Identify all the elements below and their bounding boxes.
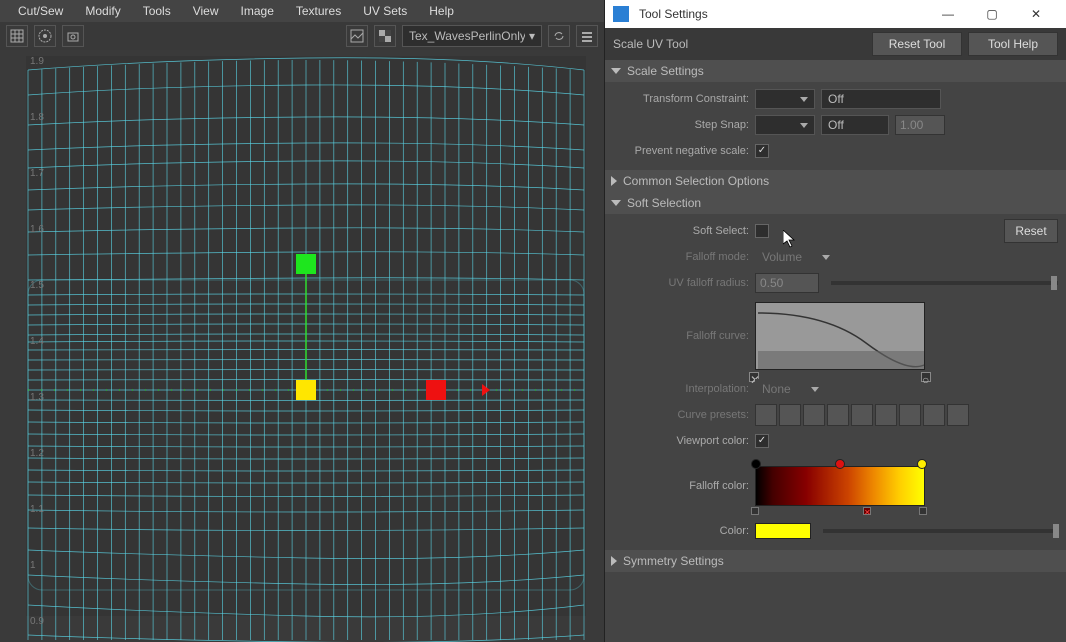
section-title: Soft Selection xyxy=(627,196,701,210)
axis-tick: 1.7 xyxy=(30,168,44,179)
axis-tick: 0.9 xyxy=(30,616,44,627)
gradient-stop-red[interactable] xyxy=(835,459,845,469)
falloff-curve-editor[interactable] xyxy=(755,302,925,370)
tool-settings-window: Tool Settings — ▢ ✕ Scale UV Tool Reset … xyxy=(604,0,1066,642)
uv-falloff-slider[interactable] xyxy=(831,281,1058,285)
grid-toggle-icon[interactable] xyxy=(6,25,28,47)
preset-3[interactable] xyxy=(803,404,825,426)
step-snap-value[interactable]: 1.00 xyxy=(895,115,945,135)
menu-modify[interactable]: Modify xyxy=(75,1,130,21)
axis-tick: 1.4 xyxy=(30,336,44,347)
color-slider[interactable] xyxy=(823,529,1058,533)
uv-viewport[interactable]: 1.9 1.8 1.7 1.6 1.5 1.4 1.3 1.2 1.1 1 0.… xyxy=(0,50,604,642)
prevent-negative-label: Prevent negative scale: xyxy=(613,145,749,157)
section-title: Symmetry Settings xyxy=(623,554,724,568)
maya-logo-icon xyxy=(613,6,629,22)
axis-tick: 1.5 xyxy=(30,280,44,291)
gradient-stop-black[interactable] xyxy=(751,459,761,469)
soft-selection-header[interactable]: Soft Selection xyxy=(605,192,1066,214)
curve-presets-label: Curve presets: xyxy=(613,409,749,421)
transform-constraint-dropdown[interactable]: Off xyxy=(821,89,941,109)
minimize-button[interactable]: — xyxy=(926,0,970,28)
preset-5[interactable] xyxy=(851,404,873,426)
tool-name: Scale UV Tool xyxy=(613,37,866,51)
texture-selector[interactable]: Tex_WavesPerlinOnly.p▾ xyxy=(402,25,542,47)
menu-uv-sets[interactable]: UV Sets xyxy=(353,1,417,21)
soft-select-label: Soft Select: xyxy=(613,225,749,237)
preset-9[interactable] xyxy=(947,404,969,426)
isolate-select-icon[interactable] xyxy=(34,25,56,47)
menu-textures[interactable]: Textures xyxy=(286,1,351,21)
close-button[interactable]: ✕ xyxy=(1014,0,1058,28)
disclosure-triangle-icon xyxy=(611,556,617,566)
axis-tick: 1.3 xyxy=(30,392,44,403)
step-snap-label: Step Snap: xyxy=(613,119,749,131)
tool-help-button[interactable]: Tool Help xyxy=(968,32,1058,56)
tool-header: Scale UV Tool Reset Tool Tool Help xyxy=(605,28,1066,60)
window-title: Tool Settings xyxy=(639,7,708,21)
image-display-icon[interactable] xyxy=(346,25,368,47)
disclosure-triangle-icon xyxy=(611,176,617,186)
axis-tick: 1.2 xyxy=(30,448,44,459)
preset-1[interactable] xyxy=(755,404,777,426)
axis-tick: 1.8 xyxy=(30,112,44,123)
maximize-button[interactable]: ▢ xyxy=(970,0,1014,28)
color-swatch[interactable] xyxy=(755,523,811,539)
soft-select-checkbox[interactable] xyxy=(755,224,769,238)
gradient-stop-yellow[interactable] xyxy=(917,459,927,469)
interpolation-label: Interpolation: xyxy=(613,383,749,395)
refresh-icon[interactable] xyxy=(548,25,570,47)
menu-view[interactable]: View xyxy=(183,1,229,21)
falloff-color-label: Falloff color: xyxy=(613,480,749,492)
disclosure-triangle-icon xyxy=(611,68,621,74)
gradient-marker[interactable] xyxy=(919,507,927,515)
viewport-color-label: Viewport color: xyxy=(613,435,749,447)
axis-tick: 1.6 xyxy=(30,224,44,235)
falloff-mode-dropdown[interactable]: Volume xyxy=(755,247,837,267)
transform-constraint-label: Transform Constraint: xyxy=(613,93,749,105)
section-title: Scale Settings xyxy=(627,64,704,78)
snapshot-icon[interactable] xyxy=(62,25,84,47)
curve-presets xyxy=(755,404,969,426)
gradient-marker[interactable] xyxy=(751,507,759,515)
axis-tick: 1.1 xyxy=(30,504,44,515)
symmetry-settings-header[interactable]: Symmetry Settings xyxy=(605,550,1066,572)
viewport-color-checkbox[interactable] xyxy=(755,434,769,448)
axis-tick: 1 xyxy=(30,560,36,571)
prevent-negative-checkbox[interactable] xyxy=(755,144,769,158)
gradient-marker-active[interactable]: ✕ xyxy=(863,507,871,515)
checker-icon[interactable] xyxy=(374,25,396,47)
preset-4[interactable] xyxy=(827,404,849,426)
texture-selector-label: Tex_WavesPerlinOnly.p xyxy=(409,29,525,43)
falloff-curve-label: Falloff curve: xyxy=(613,330,749,342)
preset-6[interactable] xyxy=(875,404,897,426)
reset-tool-button[interactable]: Reset Tool xyxy=(872,32,962,56)
disclosure-triangle-icon xyxy=(611,200,621,206)
menu-cut-sew[interactable]: Cut/Sew xyxy=(8,1,73,21)
menu-tools[interactable]: Tools xyxy=(133,1,181,21)
menu-help[interactable]: Help xyxy=(419,1,464,21)
settings-icon[interactable] xyxy=(576,25,598,47)
menu-image[interactable]: Image xyxy=(231,1,284,21)
step-snap-option-icon[interactable] xyxy=(755,115,815,135)
uv-falloff-field[interactable]: 0.50 xyxy=(755,273,819,293)
scale-settings-header[interactable]: Scale Settings xyxy=(605,60,1066,82)
step-snap-dropdown[interactable]: Off xyxy=(821,115,889,135)
transform-constraint-option-icon[interactable] xyxy=(755,89,815,109)
falloff-mode-label: Falloff mode: xyxy=(613,251,749,263)
color-label: Color: xyxy=(613,525,749,537)
section-title: Common Selection Options xyxy=(623,174,769,188)
preset-2[interactable] xyxy=(779,404,801,426)
soft-select-reset-button[interactable]: Reset xyxy=(1004,219,1058,243)
window-titlebar[interactable]: Tool Settings — ▢ ✕ xyxy=(605,0,1066,28)
falloff-color-gradient[interactable]: ✕ xyxy=(755,466,925,506)
uv-falloff-label: UV falloff radius: xyxy=(613,277,749,289)
uv-toolbar: Tex_WavesPerlinOnly.p▾ xyxy=(0,22,604,50)
axis-tick: 1.9 xyxy=(30,56,44,67)
preset-7[interactable] xyxy=(899,404,921,426)
common-selection-header[interactable]: Common Selection Options xyxy=(605,170,1066,192)
interpolation-dropdown[interactable]: None xyxy=(755,379,827,399)
curve-handle-right[interactable]: ○ xyxy=(921,372,931,382)
preset-8[interactable] xyxy=(923,404,945,426)
